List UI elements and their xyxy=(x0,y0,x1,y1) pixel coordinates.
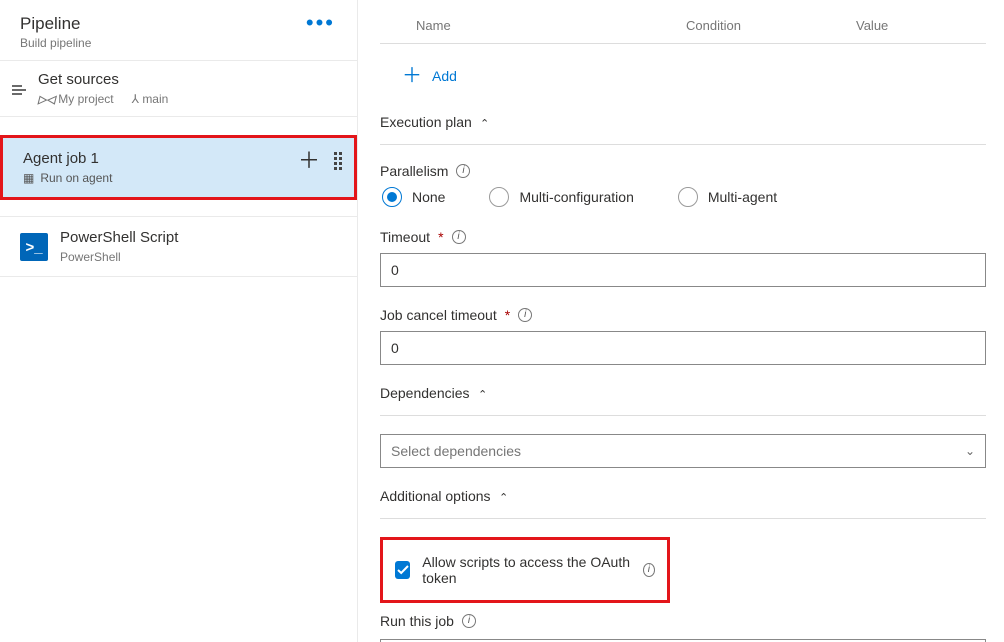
task-subtitle: PowerShell xyxy=(60,250,178,264)
repo-icon: ▷◁ xyxy=(38,94,55,106)
add-task-button[interactable]: ＋ xyxy=(298,150,320,172)
col-value: Value xyxy=(856,18,888,33)
job-settings-pane: Name Condition Value ＋ Add Execution pla… xyxy=(358,0,1004,642)
branch-name: main xyxy=(142,92,168,106)
info-icon[interactable]: i xyxy=(452,230,466,244)
task-row[interactable]: >_ PowerShell Script PowerShell xyxy=(0,216,357,277)
pipeline-subtitle: Build pipeline xyxy=(20,36,304,50)
pipeline-tree: Pipeline Build pipeline ••• Get sources … xyxy=(0,0,358,642)
chevron-up-icon: ⌄ xyxy=(480,116,489,129)
variables-table-header: Name Condition Value xyxy=(380,18,986,44)
info-icon[interactable]: i xyxy=(456,164,470,178)
timeout-label: Timeout xyxy=(380,229,430,245)
pipeline-title: Pipeline xyxy=(20,14,304,34)
execution-plan-header[interactable]: Execution plan ⌄ xyxy=(380,114,986,130)
chevron-down-icon: ⌄ xyxy=(965,444,975,458)
drag-handle-icon[interactable] xyxy=(334,152,342,170)
task-title: PowerShell Script xyxy=(60,229,178,246)
dependencies-select[interactable]: Select dependencies ⌄ xyxy=(380,434,986,468)
radio-none[interactable]: None xyxy=(382,187,445,207)
plus-icon: ＋ xyxy=(402,66,422,86)
col-name: Name xyxy=(386,18,686,33)
timeout-input[interactable] xyxy=(380,253,986,287)
oauth-checkbox[interactable] xyxy=(395,561,410,579)
info-icon[interactable]: i xyxy=(643,563,655,577)
run-this-job-label: Run this job xyxy=(380,613,454,629)
powershell-icon: >_ xyxy=(20,233,48,261)
oauth-label: Allow scripts to access the OAuth token xyxy=(422,554,631,586)
add-label: Add xyxy=(432,68,457,84)
parallelism-label: Parallelism xyxy=(380,163,448,179)
agent-job-subtitle: Run on agent xyxy=(40,171,112,185)
dependencies-header[interactable]: Dependencies ⌄ xyxy=(380,385,986,401)
radio-multi-configuration[interactable]: Multi-configuration xyxy=(489,187,633,207)
info-icon[interactable]: i xyxy=(462,614,476,628)
oauth-highlight: Allow scripts to access the OAuth token … xyxy=(380,537,670,603)
job-cancel-timeout-input[interactable] xyxy=(380,331,986,365)
branch-icon: ⅄ xyxy=(132,92,139,106)
chevron-up-icon: ⌄ xyxy=(478,387,487,400)
get-sources-title: Get sources xyxy=(38,71,168,88)
job-cancel-timeout-label: Job cancel timeout xyxy=(380,307,497,323)
agent-icon: ▦ xyxy=(23,171,34,185)
radio-multi-agent[interactable]: Multi-agent xyxy=(678,187,777,207)
pipeline-more-actions-button[interactable]: ••• xyxy=(304,14,337,32)
info-icon[interactable]: i xyxy=(518,308,532,322)
add-variable-button[interactable]: ＋ Add xyxy=(402,66,986,86)
col-condition: Condition xyxy=(686,18,856,33)
agent-job-row[interactable]: Agent job 1 ▦ Run on agent ＋ xyxy=(0,135,357,200)
sources-icon xyxy=(12,85,28,95)
parallelism-radio-group: None Multi-configuration Multi-agent xyxy=(380,187,986,207)
chevron-up-icon: ⌄ xyxy=(499,490,508,503)
additional-options-header[interactable]: Additional options ⌄ xyxy=(380,488,986,504)
project-name: My project xyxy=(58,92,113,106)
get-sources-row[interactable]: Get sources ▷◁ My project ⅄ main xyxy=(0,60,357,117)
agent-job-title: Agent job 1 xyxy=(23,150,298,167)
